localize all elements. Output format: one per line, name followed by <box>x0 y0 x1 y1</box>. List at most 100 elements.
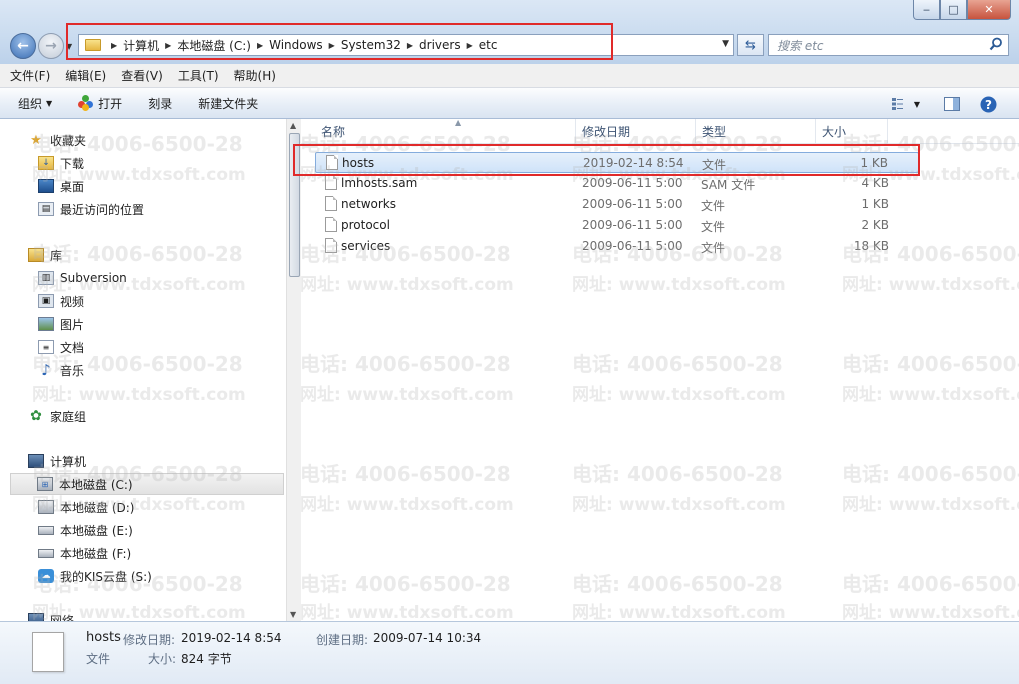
minimize-button[interactable]: ‒ <box>913 0 940 20</box>
chevron-right-icon[interactable]: ▶ <box>407 41 413 50</box>
details-pane: hosts 修改日期: 2019-02-14 8:54 创建日期: 2009-0… <box>0 621 1019 684</box>
file-row-networks[interactable]: networks 2009-06-11 5:00 文件 1 KB <box>315 194 919 215</box>
nav-subversion[interactable]: ▥ Subversion <box>38 267 286 289</box>
menu-edit[interactable]: 编辑(E) <box>65 67 106 84</box>
view-options-button[interactable]: ▼ <box>888 94 924 114</box>
file-icon <box>325 196 337 211</box>
drive-icon <box>38 548 54 558</box>
nav-documents[interactable]: ≡ 文档 <box>38 336 286 358</box>
nav-pictures[interactable]: 图片 <box>38 313 286 335</box>
burn-button[interactable]: 刻录 <box>148 95 172 112</box>
close-button[interactable]: ✕ <box>967 0 1011 20</box>
search-placeholder: 搜索 etc <box>777 38 824 53</box>
file-type: 文件 <box>701 241 726 255</box>
details-size-value: 824 字节 <box>181 652 232 666</box>
chevron-right-icon[interactable]: ▶ <box>111 41 117 50</box>
cloud-drive-icon: ☁ <box>38 569 54 583</box>
breadcrumb-computer[interactable]: 计算机 <box>123 37 159 54</box>
file-row-lmhosts[interactable]: lmhosts.sam 2009-06-11 5:00 SAM 文件 4 KB <box>315 173 919 194</box>
drive-icon <box>38 525 54 535</box>
file-modified: 2009-06-11 5:00 <box>582 239 683 253</box>
drive-icon <box>38 500 54 514</box>
menu-help[interactable]: 帮助(H) <box>234 67 276 84</box>
nav-homegroup[interactable]: ✿ 家庭组 <box>28 405 286 427</box>
column-header-name[interactable]: 名称 ▲ <box>315 119 576 144</box>
nav-recent[interactable]: ▤ 最近访问的位置 <box>38 198 286 220</box>
column-header-type[interactable]: 类型 <box>696 119 816 144</box>
breadcrumb-windows[interactable]: Windows <box>269 38 323 52</box>
file-modified: 2009-06-11 5:00 <box>582 176 683 190</box>
breadcrumb-system32[interactable]: System32 <box>341 38 401 52</box>
nav-label: 下载 <box>60 156 85 171</box>
open-with-icon <box>78 95 94 111</box>
scroll-up-icon[interactable]: ▲ <box>290 121 296 130</box>
nav-videos[interactable]: ▣ 视频 <box>38 290 286 312</box>
search-input[interactable]: 搜索 etc <box>768 34 1009 56</box>
column-headers: 名称 ▲ 修改日期 类型 大小 <box>301 119 1019 144</box>
navigation-pane: ★ 收藏夹 ↓ 下载 桌面 ▤ 最近访问的位置 库 ▥ Subversion ▣… <box>0 119 286 621</box>
chevron-right-icon[interactable]: ▶ <box>257 41 263 50</box>
details-created-value: 2009-07-14 10:34 <box>373 631 482 645</box>
nav-label: 视频 <box>60 294 85 309</box>
nav-downloads[interactable]: ↓ 下载 <box>38 152 286 174</box>
file-size: 1 KB <box>860 156 888 170</box>
address-dropdown-icon[interactable]: ▼ <box>722 39 729 49</box>
nav-label: 家庭组 <box>50 409 87 424</box>
nav-label: 文档 <box>60 340 85 355</box>
nav-computer[interactable]: 计算机 <box>28 450 286 472</box>
open-button[interactable]: 打开 <box>78 95 122 112</box>
nav-drive-d[interactable]: 本地磁盘 (D:) <box>38 496 286 518</box>
column-header-size[interactable]: 大小 <box>816 119 888 144</box>
recent-pages-dropdown[interactable]: ▼ <box>66 42 72 51</box>
file-row-hosts[interactable]: hosts 2019-02-14 8:54 文件 1 KB <box>315 152 919 173</box>
forward-button[interactable]: → <box>38 33 64 59</box>
breadcrumb-drive-c[interactable]: 本地磁盘 (C:) <box>177 37 251 54</box>
refresh-button[interactable]: ⇆ <box>737 34 764 56</box>
file-size: 1 KB <box>861 197 889 211</box>
pictures-icon <box>38 317 54 331</box>
file-row-services[interactable]: services 2009-06-11 5:00 文件 18 KB <box>315 236 919 257</box>
back-button[interactable]: ← <box>10 33 36 59</box>
address-bar[interactable]: ▶ 计算机 ▶ 本地磁盘 (C:) ▶ Windows ▶ System32 ▶… <box>78 34 734 56</box>
file-icon <box>326 155 338 170</box>
file-row-protocol[interactable]: protocol 2009-06-11 5:00 文件 2 KB <box>315 215 919 236</box>
search-icon[interactable] <box>989 37 1003 51</box>
breadcrumb-drivers[interactable]: drivers <box>419 38 461 52</box>
menu-file[interactable]: 文件(F) <box>10 67 50 84</box>
navigation-scrollbar[interactable]: ▲ ▼ <box>286 119 301 621</box>
chevron-right-icon[interactable]: ▶ <box>329 41 335 50</box>
nav-label: 本地磁盘 (F:) <box>60 546 132 561</box>
preview-pane-button[interactable] <box>942 94 962 114</box>
column-header-modified[interactable]: 修改日期 <box>576 119 696 144</box>
details-modified-label: 修改日期: <box>123 633 176 647</box>
nav-kis-cloud[interactable]: ☁ 我的KIS云盘 (S:) <box>38 565 286 587</box>
menu-tools[interactable]: 工具(T) <box>178 67 219 84</box>
nav-drive-c[interactable]: ⊞ 本地磁盘 (C:) <box>10 473 284 495</box>
homegroup-icon: ✿ <box>30 408 42 424</box>
nav-music[interactable]: ♪ 音乐 <box>38 359 286 381</box>
chevron-right-icon[interactable]: ▶ <box>165 41 171 50</box>
nav-drive-e[interactable]: 本地磁盘 (E:) <box>38 519 286 541</box>
nav-network[interactable]: 网络 <box>28 609 286 621</box>
organize-button[interactable]: 组织 ▼ <box>18 95 52 112</box>
nav-desktop[interactable]: 桌面 <box>38 175 286 197</box>
scroll-down-icon[interactable]: ▼ <box>290 610 296 619</box>
details-created-label: 创建日期: <box>316 633 369 647</box>
nav-drive-f[interactable]: 本地磁盘 (F:) <box>38 542 286 564</box>
breadcrumb-etc[interactable]: etc <box>479 38 498 52</box>
arrow-left-icon: ← <box>17 38 29 54</box>
scrollbar-thumb[interactable] <box>289 133 300 277</box>
organize-label: 组织 <box>18 96 43 111</box>
help-button[interactable]: ? <box>978 94 998 114</box>
new-folder-button[interactable]: 新建文件夹 <box>198 95 258 112</box>
chevron-right-icon[interactable]: ▶ <box>467 41 473 50</box>
nav-libraries[interactable]: 库 <box>28 244 286 266</box>
nav-label: 音乐 <box>60 363 85 378</box>
nav-favorites[interactable]: ★ 收藏夹 <box>28 129 286 151</box>
file-modified: 2009-06-11 5:00 <box>582 218 683 232</box>
nav-label: 图片 <box>60 317 85 332</box>
menu-view[interactable]: 查看(V) <box>121 67 163 84</box>
downloads-folder-icon: ↓ <box>38 156 54 170</box>
star-icon: ★ <box>30 132 42 148</box>
maximize-button[interactable]: □ <box>940 0 967 20</box>
